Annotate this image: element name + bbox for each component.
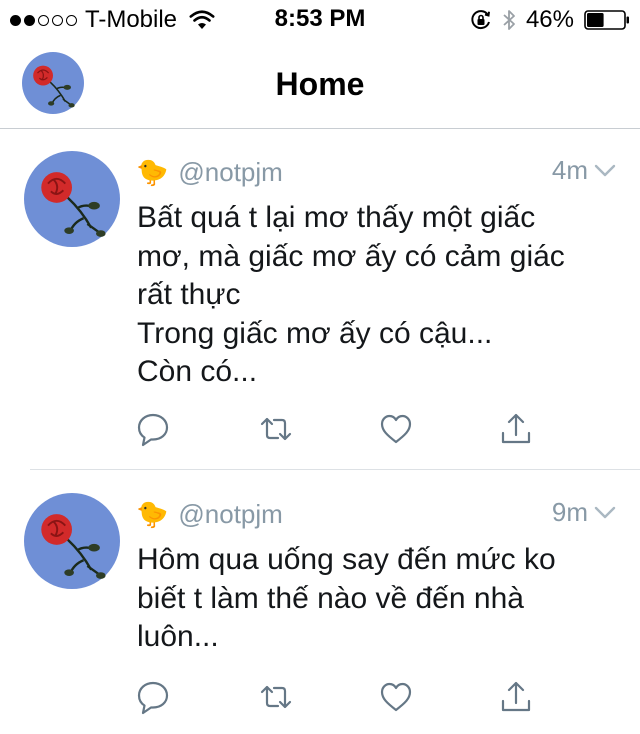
tweet-text-line: Bất quá t lại mơ thấy một giấc: [137, 201, 536, 234]
rotation-lock-icon: [471, 10, 490, 30]
status-right: 46%: [470, 6, 630, 34]
nav-bar: Home: [0, 40, 640, 129]
username[interactable]: @notpjm: [178, 157, 282, 188]
retweet-icon[interactable]: [258, 679, 294, 715]
tweet-actions: [133, 679, 553, 719]
tweet-text: Bất quá t lại mơ thấy một giấc mơ, mà gi…: [137, 199, 607, 392]
reply-icon[interactable]: [135, 679, 171, 715]
tweet-text-line: rất thực: [137, 278, 241, 311]
tweet-text-line: mơ, mà giấc mơ ấy có cảm giác: [137, 239, 565, 273]
chick-emoji: 🐤: [136, 157, 169, 187]
battery-percent: 46%: [525, 6, 574, 33]
retweet-icon[interactable]: [258, 411, 294, 447]
tweet-meta: 9m: [552, 497, 616, 528]
tweet-header: 🐤 @notpjm 4m: [136, 155, 616, 189]
chevron-down-icon[interactable]: [594, 164, 616, 178]
tweet-text-line: biết t làm thế nào về đến nhà: [137, 581, 524, 615]
timestamp: 9m: [551, 497, 588, 527]
chevron-down-icon[interactable]: [594, 506, 616, 520]
reply-icon[interactable]: [135, 411, 171, 447]
battery-icon: [584, 10, 629, 30]
page-title: Home: [275, 66, 365, 102]
tweet-header: 🐤 @notpjm 9m: [136, 497, 616, 531]
tweet-text-line: Còn có...: [137, 355, 258, 388]
timestamp: 4m: [551, 155, 588, 185]
tweet-divider: [30, 469, 640, 470]
tweet[interactable]: 🐤 @notpjm 4m Bất quá t lại mơ thấy một g…: [0, 129, 640, 469]
status-bar: T-Mobile 8:53 PM 46%: [0, 0, 640, 40]
avatar[interactable]: [24, 151, 120, 247]
chick-emoji: 🐤: [136, 499, 169, 529]
tweet-text-line: Hôm qua uống say đến mức ko: [137, 543, 556, 576]
tweet-text: Hôm qua uống say đến mức ko biết t làm t…: [137, 541, 607, 657]
share-icon[interactable]: [498, 411, 534, 447]
like-icon[interactable]: [378, 411, 414, 447]
like-icon[interactable]: [378, 679, 414, 715]
share-icon[interactable]: [498, 679, 534, 715]
avatar[interactable]: [24, 493, 120, 589]
tweet-actions: [133, 411, 553, 451]
tweet-text-line: Trong giấc mơ ấy có cậu...: [137, 316, 493, 350]
tweet-text-line: luôn...: [137, 620, 219, 653]
tweet[interactable]: 🐤 @notpjm 9m Hôm qua uống say đến mức ko…: [0, 471, 640, 734]
tweet-meta: 4m: [552, 155, 616, 186]
username[interactable]: @notpjm: [178, 499, 282, 530]
bluetooth-icon: [503, 10, 515, 30]
